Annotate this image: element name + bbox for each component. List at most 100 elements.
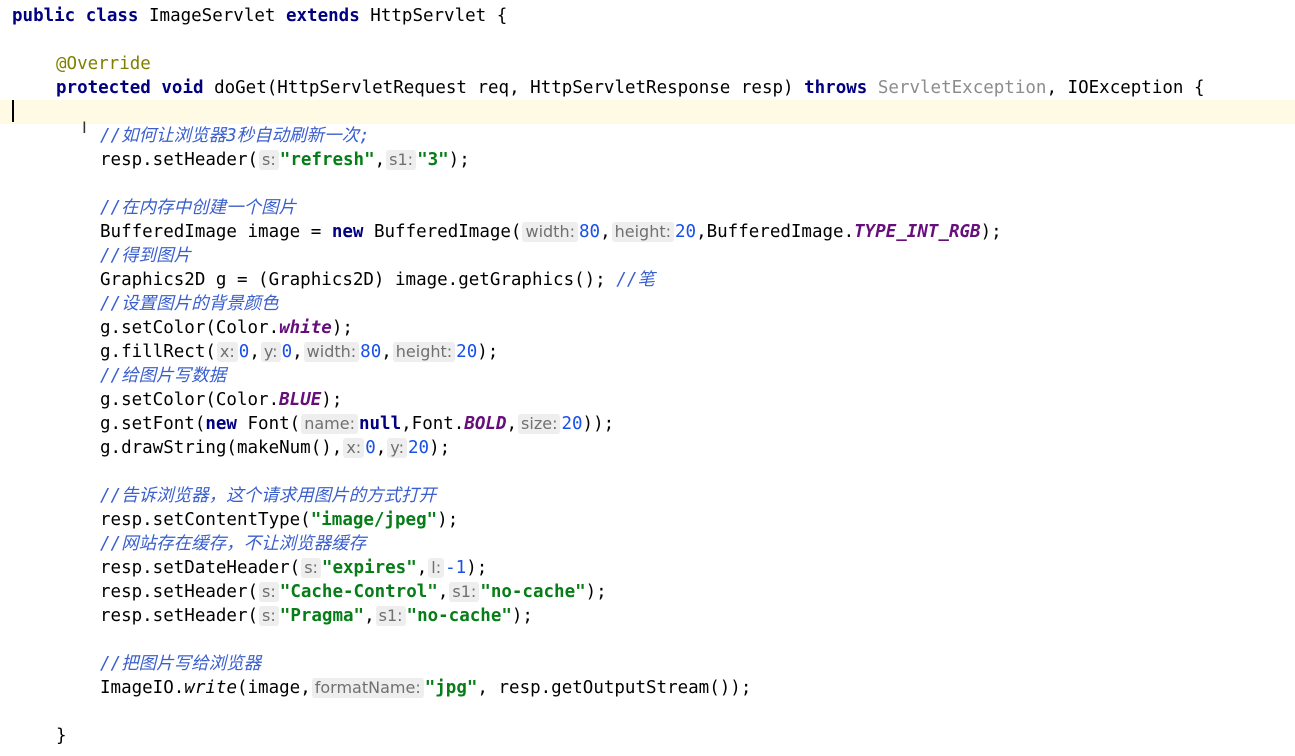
token: );: [321, 390, 343, 410]
code-line-10: //设置图片的背景颜色: [100, 292, 279, 316]
string: "jpg": [424, 678, 478, 698]
token: resp.setContentType(: [100, 510, 311, 530]
code-line-17: //告诉浏览器，这个请求用图片的方式打开: [100, 484, 436, 508]
token: ImageIO.: [100, 678, 185, 698]
code-line-25: }: [56, 724, 67, 748]
param-hint: size:: [518, 414, 561, 434]
token: class: [85, 6, 139, 26]
comment: //告诉浏览器，这个请求用图片的方式打开: [100, 486, 437, 506]
token: );: [466, 558, 488, 578]
param-hint: s:: [259, 606, 279, 626]
param-hint: name:: [301, 414, 358, 434]
param-hint: height:: [611, 222, 674, 242]
comment: //笔: [616, 270, 655, 290]
token: ,: [600, 222, 611, 242]
code-line-23: //把图片写给浏览器: [100, 652, 261, 676]
code-line-16: g.drawString(makeNum(), x: 0, y: 20);: [100, 436, 450, 460]
token: new: [331, 222, 364, 242]
number: 20: [456, 342, 478, 362]
token: ,: [506, 414, 518, 434]
code-line-11: g.setColor(Color.white);: [100, 316, 353, 340]
number: -1: [445, 558, 467, 578]
token: resp.setHeader(: [100, 150, 259, 170]
token: g.fillRect(: [100, 342, 216, 362]
string: "no-cache": [480, 582, 586, 602]
code-line-8: //得到图片: [100, 244, 191, 268]
comment: //如何让浏览器3秒自动刷新一次;: [100, 126, 370, 146]
token: );: [980, 222, 1002, 242]
token: new: [205, 414, 237, 434]
token: extends: [285, 6, 360, 26]
token: IOException {: [1067, 78, 1205, 98]
code-line-19: //网站存在缓存，不让浏览器缓存: [100, 532, 366, 556]
token: );: [585, 582, 607, 602]
param-hint: l:: [428, 558, 445, 578]
token: throws: [804, 78, 868, 98]
code-line-18: resp.setContentType("image/jpeg");: [100, 508, 458, 532]
token: );: [448, 150, 470, 170]
token: Graphics2D g = (Graphics2D) image.getGra…: [100, 270, 606, 290]
token: {: [496, 6, 508, 26]
param-hint: s:: [259, 150, 279, 170]
code-line-13: //给图片写数据: [100, 364, 226, 388]
code-line-1: public class ImageServlet extends HttpSe…: [12, 4, 507, 28]
string: "Pragma": [279, 606, 365, 626]
param-hint: s:: [259, 582, 279, 602]
token: ,: [1046, 78, 1057, 98]
comment: //网站存在缓存，不让浏览器缓存: [100, 534, 367, 554]
token: ));: [582, 414, 615, 434]
token: ,BufferedImage.: [696, 222, 855, 242]
static-method: write: [184, 678, 237, 698]
code-editor[interactable]: public class ImageServlet extends HttpSe…: [0, 0, 1295, 756]
param-hint: formatName:: [311, 678, 424, 698]
number: 80: [578, 222, 601, 242]
number: 0: [238, 342, 250, 362]
code-line-4: //如何让浏览器3秒自动刷新一次;: [100, 124, 370, 148]
code-line-24: ImageIO.write(image, formatName: "jpg", re…: [100, 676, 751, 700]
param-hint: s1:: [386, 150, 417, 170]
text-caret: [12, 100, 14, 122]
token: doGet(HttpServletRequest req, HttpServle…: [214, 78, 794, 98]
string: "Cache-Control": [279, 582, 438, 602]
code-line-15: g.setFont(new Font(name: null,Font.BOLD, s…: [100, 412, 614, 436]
number: 0: [281, 342, 293, 362]
number: 20: [407, 438, 430, 458]
string: "refresh": [279, 150, 375, 170]
field: TYPE_INT_RGB: [854, 222, 981, 242]
token: null: [358, 414, 402, 434]
token: g.setColor(Color.: [100, 318, 280, 338]
token: }: [56, 726, 67, 746]
token: BufferedImage image =: [100, 222, 322, 242]
comment: //在内存中创建一个图片: [100, 198, 297, 218]
param-hint: height:: [392, 342, 456, 362]
code-line-14: g.setColor(Color.BLUE);: [100, 388, 342, 412]
param-hint: s:: [301, 558, 321, 578]
token: );: [437, 510, 459, 530]
param-hint: width:: [303, 342, 360, 362]
token: Font(: [247, 414, 301, 434]
param-hint: width:: [522, 222, 578, 242]
number: 80: [360, 342, 382, 362]
token: );: [477, 342, 499, 362]
token: BufferedImage(: [373, 222, 522, 242]
token: ,Font.: [401, 414, 465, 434]
string: "image/jpeg": [310, 510, 438, 530]
token: resp.setHeader(: [100, 582, 259, 602]
token: public: [12, 6, 76, 26]
param-hint: y:: [387, 438, 407, 458]
param-hint: x:: [343, 438, 365, 458]
field: BOLD: [464, 414, 507, 434]
token: ,: [375, 438, 387, 458]
code-line-20: resp.setDateHeader(s: "expires", l: -1);: [100, 556, 487, 580]
token: );: [331, 318, 353, 338]
token: ,: [374, 150, 386, 170]
string: "3": [417, 150, 449, 170]
code-line-12: g.fillRect(x: 0, y: 0, width: 80, height: 20);: [100, 340, 498, 364]
token: @Override: [56, 54, 151, 74]
code-line-21: resp.setHeader(s: "Cache-Control", s1: "no-…: [100, 580, 607, 604]
comment: //把图片写给浏览器: [100, 654, 262, 674]
token: ,: [292, 342, 303, 362]
param-hint: s1:: [449, 582, 480, 602]
token: ,: [249, 342, 260, 362]
token: , resp.getOutputStream());: [477, 678, 752, 698]
